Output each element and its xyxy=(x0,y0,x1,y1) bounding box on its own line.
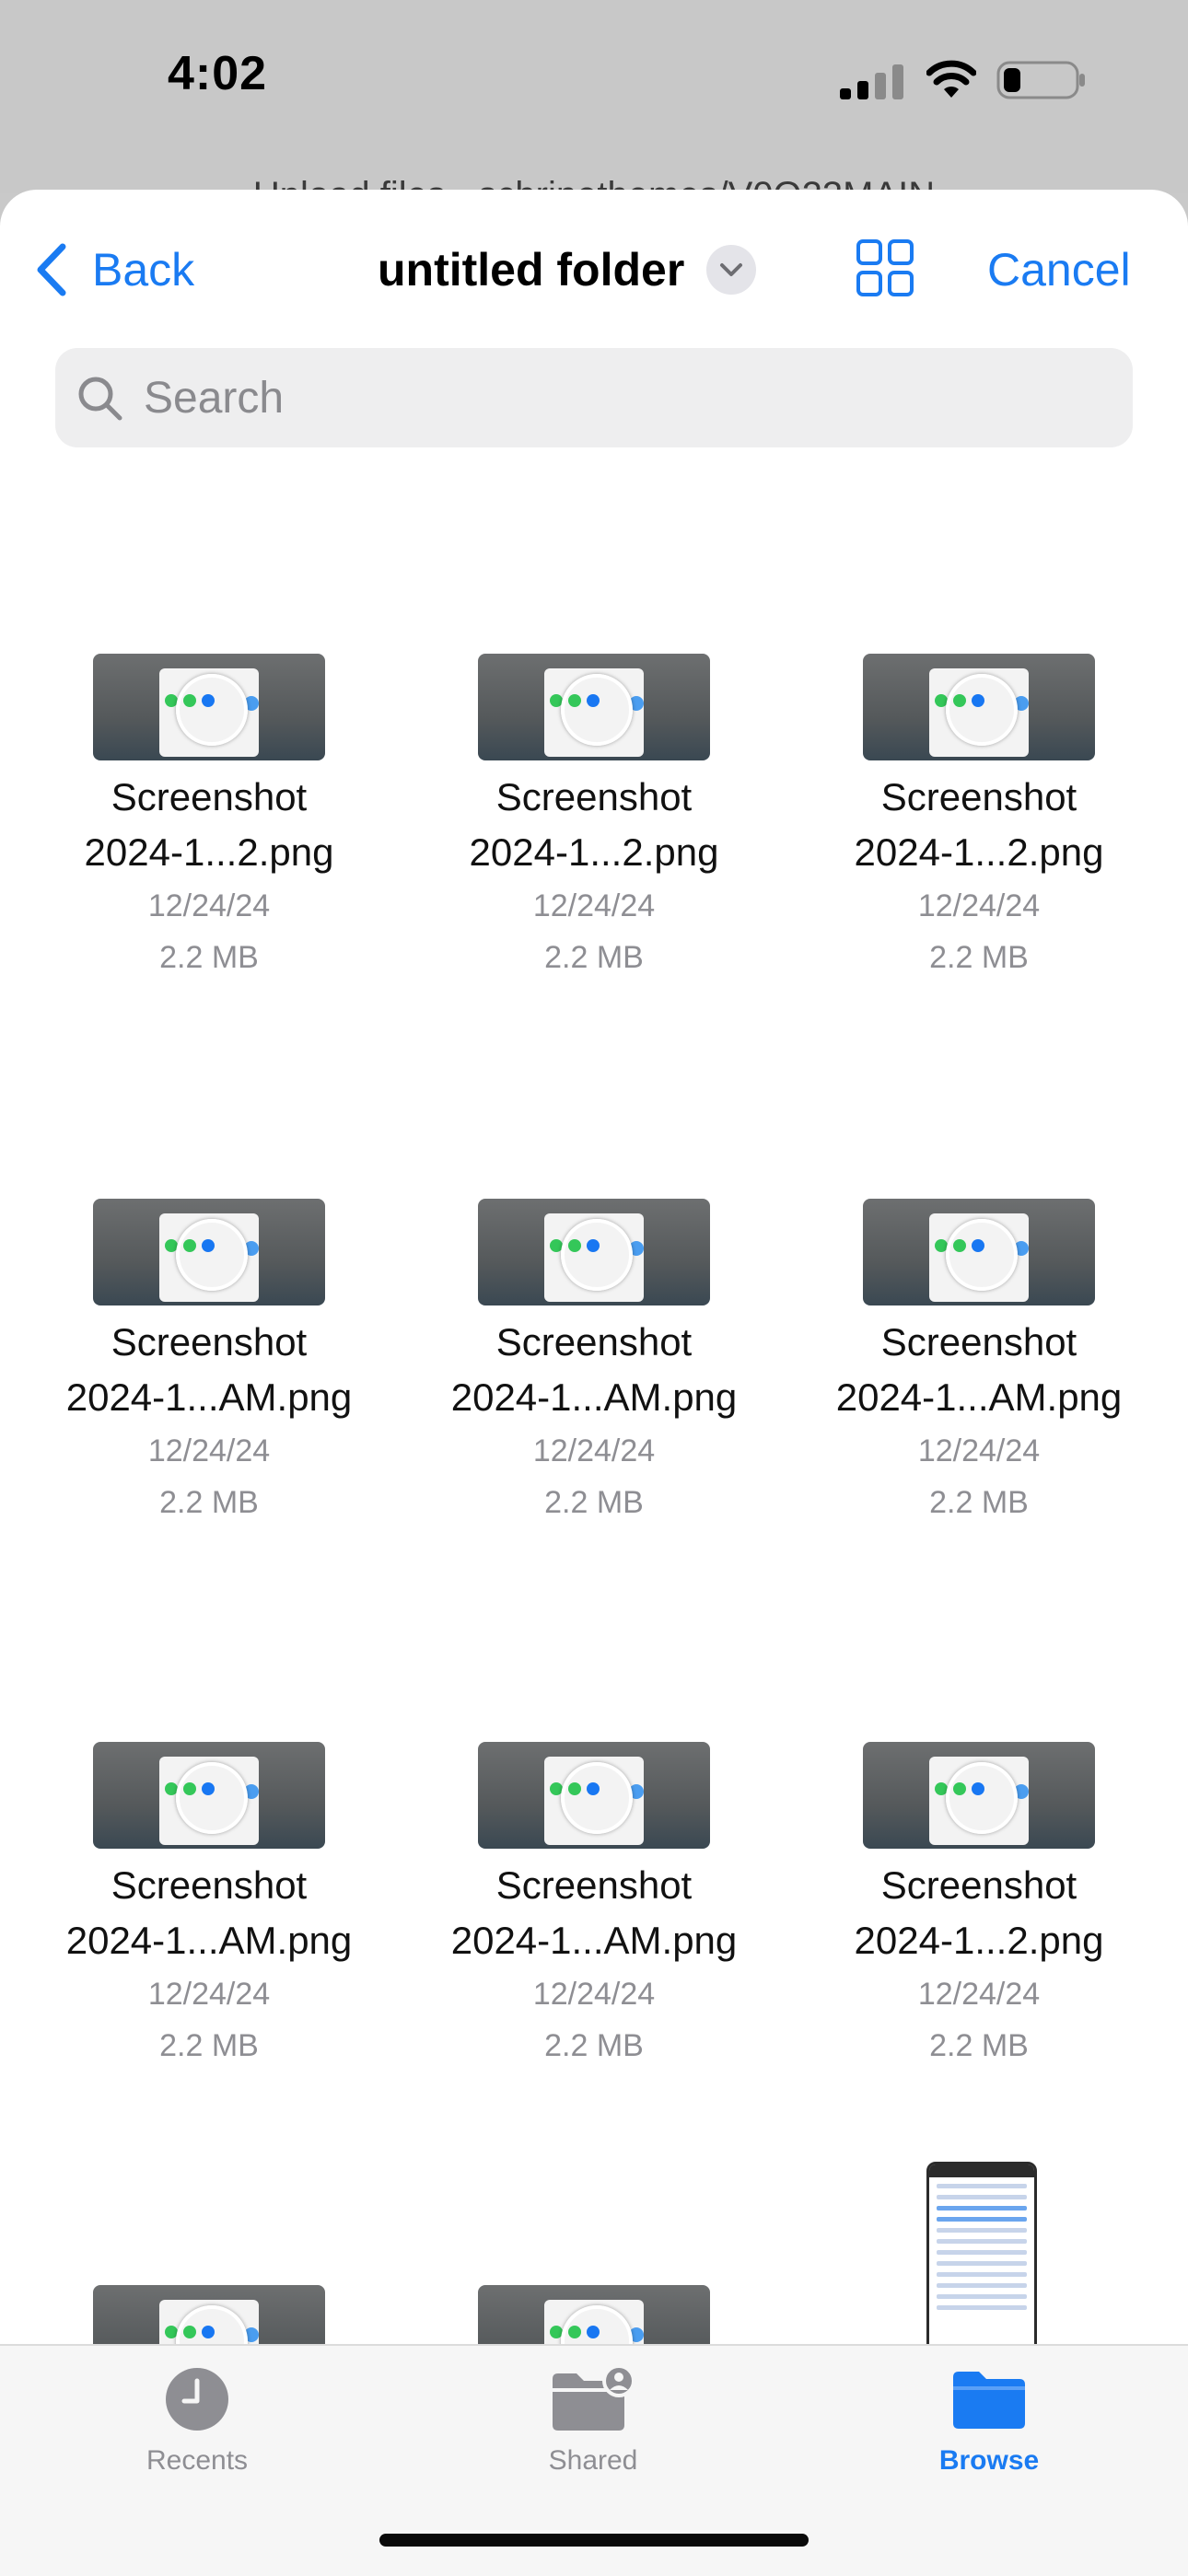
file-name: Screenshot 2024-1...AM.png xyxy=(835,1320,1123,1419)
file-date: 12/24/24 xyxy=(147,1977,271,2012)
file-size: 2.2 MB xyxy=(159,1485,259,1520)
tab-recents[interactable]: Recents xyxy=(59,2366,335,2477)
file-item[interactable]: Screenshot 2024-1...2.png 12/24/24 2.2 MB xyxy=(402,654,786,983)
file-item[interactable]: Screenshot 2024-1...2.png 12/24/24 2.2 MB xyxy=(17,654,402,983)
file-item[interactable]: Screenshot 2024-1...AM.png 12/24/24 2.2 M… xyxy=(17,1742,402,2071)
file-date: 12/24/24 xyxy=(917,1977,1041,2012)
file-date: 12/24/24 xyxy=(532,888,656,923)
file-date: 12/24/24 xyxy=(532,1433,656,1468)
folder-title-menu[interactable]: untitled folder xyxy=(378,243,757,296)
file-item[interactable]: Screenshot 2024-1...AM.png 12/24/24 2.2 M… xyxy=(402,1742,786,2071)
file-item[interactable]: Screenshot 2024-1...AM.png 12/24/24 2.2 M… xyxy=(402,1199,786,1528)
search-icon xyxy=(78,377,122,421)
file-date: 12/24/24 xyxy=(917,1433,1041,1468)
file-thumbnail xyxy=(478,1742,710,1849)
file-thumbnail xyxy=(93,1199,325,1305)
file-date: 12/24/24 xyxy=(532,1977,656,2012)
file-size: 2.2 MB xyxy=(929,2028,1029,2063)
tab-shared[interactable]: Shared xyxy=(455,2366,731,2477)
cellular-signal-icon xyxy=(840,64,903,99)
file-thumbnail xyxy=(863,1742,1095,1849)
tab-label: Recents xyxy=(146,2445,249,2476)
file-size: 2.2 MB xyxy=(929,940,1029,975)
file-name: Screenshot 2024-1...2.png xyxy=(854,1863,1104,1962)
grid-view-icon[interactable] xyxy=(855,238,915,298)
file-thumbnail xyxy=(478,1199,710,1305)
folder-icon xyxy=(953,2372,1025,2429)
file-item[interactable]: Screenshot 2024-1...2.png 12/24/24 2.2 MB xyxy=(786,654,1171,983)
file-thumbnail-phone-screenshot[interactable] xyxy=(926,2162,1037,2361)
file-size: 2.2 MB xyxy=(929,1485,1029,1520)
file-name: Screenshot 2024-1...2.png xyxy=(469,775,719,874)
file-thumbnail xyxy=(93,1742,325,1849)
file-thumbnail xyxy=(478,654,710,760)
search-input[interactable] xyxy=(142,371,1066,424)
wifi-icon xyxy=(926,60,976,98)
file-size: 2.2 MB xyxy=(544,1485,644,1520)
chevron-left-icon xyxy=(37,243,66,296)
status-time: 4:02 xyxy=(168,47,268,100)
file-name: Screenshot 2024-1...AM.png xyxy=(450,1320,738,1419)
file-date: 12/24/24 xyxy=(917,888,1041,923)
file-name: Screenshot 2024-1...2.png xyxy=(854,775,1104,874)
file-size: 2.2 MB xyxy=(544,940,644,975)
file-size: 2.2 MB xyxy=(159,2028,259,2063)
tab-label: Browse xyxy=(938,2445,1040,2476)
file-name: Screenshot 2024-1...AM.png xyxy=(65,1863,353,1962)
file-item[interactable]: Screenshot 2024-1...AM.png 12/24/24 2.2 M… xyxy=(17,1199,402,1528)
file-name: Screenshot 2024-1...AM.png xyxy=(65,1320,353,1419)
chevron-down-icon xyxy=(706,245,757,295)
file-name: Screenshot 2024-1...AM.png xyxy=(450,1863,738,1962)
clock-icon xyxy=(166,2368,228,2431)
file-item[interactable]: Screenshot 2024-1...2.png 12/24/24 2.2 MB xyxy=(786,1742,1171,2071)
file-thumbnail xyxy=(863,1199,1095,1305)
shared-folder-icon xyxy=(553,2366,635,2431)
file-date: 12/24/24 xyxy=(147,1433,271,1468)
tab-label: Shared xyxy=(548,2445,638,2476)
navigation-bar: Back untitled folder Cancel xyxy=(0,190,1188,346)
file-item[interactable]: Screenshot 2024-1...AM.png 12/24/24 2.2 M… xyxy=(786,1199,1171,1528)
cancel-button[interactable]: Cancel xyxy=(987,243,1131,296)
search-field[interactable] xyxy=(55,348,1133,447)
file-thumbnail xyxy=(863,654,1095,760)
folder-title: untitled folder xyxy=(378,244,685,296)
battery-icon xyxy=(996,61,1085,99)
file-size: 2.2 MB xyxy=(159,940,259,975)
back-button[interactable]: Back xyxy=(31,238,194,302)
file-thumbnail xyxy=(93,654,325,760)
back-label: Back xyxy=(92,244,195,296)
file-date: 12/24/24 xyxy=(147,888,271,923)
home-indicator xyxy=(379,2534,809,2547)
file-size: 2.2 MB xyxy=(544,2028,644,2063)
tab-browse[interactable]: Browse xyxy=(851,2366,1127,2477)
file-name: Screenshot 2024-1...2.png xyxy=(84,775,334,874)
status-bar: 4:02 Upload files - scbrinethemes/V0O23M… xyxy=(0,0,1188,215)
